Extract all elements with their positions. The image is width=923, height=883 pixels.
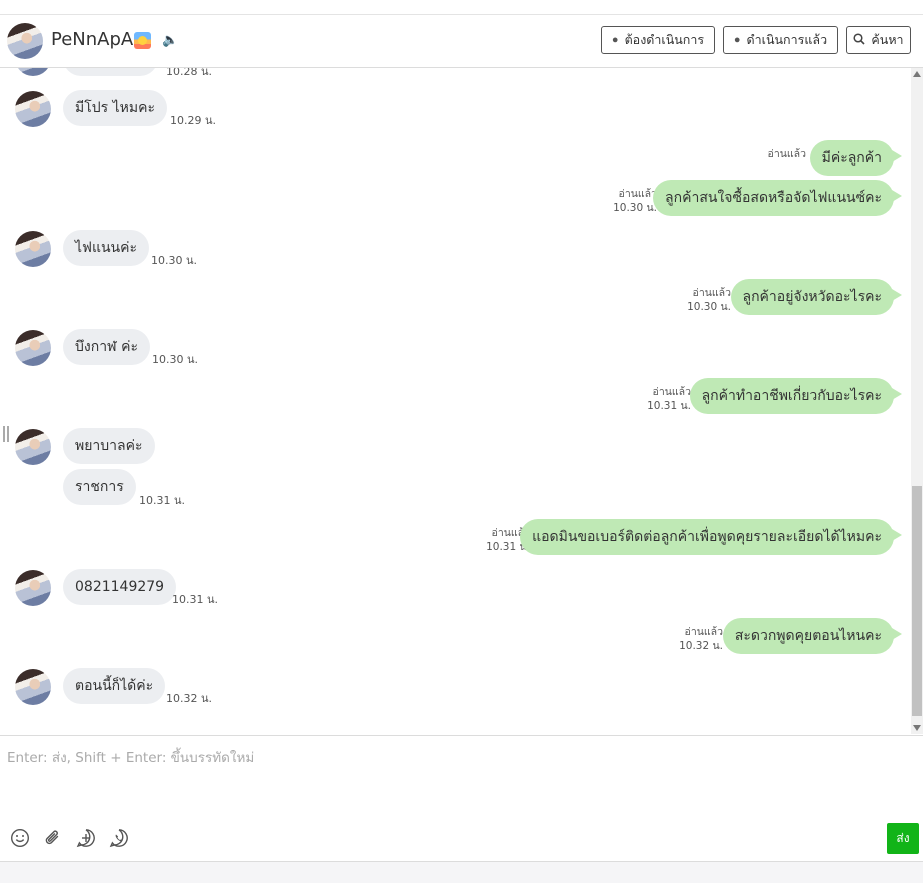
message-time: 10.30 น. [152, 353, 199, 366]
footer-strip [0, 861, 923, 883]
read-receipt: อ่านแล้ว 10.31 น. [647, 386, 691, 412]
outgoing-bubble: สะดวกพูดคุยตอนไหนคะ [722, 618, 903, 654]
scrollbar-thumb[interactable] [912, 486, 922, 716]
chat-check-icon: ● [733, 34, 741, 46]
incoming-bubble: มีโปร ไหมคะ [63, 90, 167, 126]
search-button-label: ค้นหา [871, 33, 904, 47]
contact-avatar [15, 429, 51, 465]
contact-avatar [15, 91, 51, 127]
top-strip [0, 0, 923, 15]
contact-name[interactable]: PeNnApA [51, 29, 133, 50]
message-time: 10.32 น. [166, 692, 213, 705]
incoming-bubble: บึงกาฬ ค่ะ [63, 329, 150, 365]
message-time: 10.28 น. [166, 68, 213, 78]
scroll-up-arrow-icon[interactable] [913, 71, 921, 77]
read-receipt: อ่านแล้ว 10.32 น. [679, 626, 723, 652]
read-receipt: อ่านแล้ว [767, 148, 806, 160]
incoming-bubble: ไฟแนนค่ะ [63, 230, 150, 266]
outgoing-bubble: ลูกค้าสนใจซื้อสดหรือจัดไฟแนนซ์คะ [653, 180, 902, 216]
contact-avatar[interactable] [7, 23, 43, 59]
add-icon[interactable] [76, 828, 96, 848]
paperclip-icon[interactable] [43, 828, 63, 848]
resize-handle[interactable] [3, 426, 9, 442]
incoming-bubble: ราชการ [63, 469, 136, 505]
done-button[interactable]: ● ดำเนินการแล้ว [723, 26, 838, 54]
incoming-bubble: ตอนนี้ก็ได้ค่ะ [63, 668, 166, 704]
message-time: 10.30 น. [151, 254, 198, 267]
incoming-bubble: พยาบาลค่ะ [63, 428, 155, 464]
message-time: 10.31 น. [139, 494, 186, 507]
message-time: 10.31 น. [172, 593, 219, 606]
contact-avatar [15, 330, 51, 366]
speaker-icon[interactable]: 🔈 [162, 33, 178, 48]
send-button[interactable]: ส่ง [887, 823, 919, 854]
search-button[interactable]: ค้นหา [846, 26, 911, 54]
incoming-bubble: 0821149279 [63, 569, 177, 605]
pending-button-label: ต้องดำเนินการ [624, 33, 705, 47]
outgoing-bubble: ลูกค้าทำอาชีพเกี่ยวกับอะไรคะ [689, 378, 903, 414]
message-list[interactable]: 10.28 น. มีโปร ไหมคะ 10.29 น. อ่านแล้ว ม… [0, 68, 910, 734]
scroll-down-arrow-icon[interactable] [913, 725, 921, 731]
chat-header: PeNnApA 🔈 ● ต้องดำเนินการ ● ดำเนินการแล้… [0, 15, 923, 68]
chat-scrollbar[interactable] [911, 68, 923, 734]
chat-bubble-icon: ● [611, 34, 619, 46]
emoji-icon[interactable] [10, 828, 30, 848]
pending-button[interactable]: ● ต้องดำเนินการ [601, 26, 715, 54]
outgoing-bubble: แอดมินขอเบอร์ติดต่อลูกค้าเพื่อพูดคุยรายล… [520, 519, 902, 555]
sunrise-emoji-icon [134, 32, 151, 49]
read-receipt: อ่านแล้ว 10.30 น. [687, 287, 731, 313]
read-receipt: อ่านแล้ว 10.30 น. [613, 188, 657, 214]
composer: ส่ง [0, 735, 923, 862]
contact-avatar [15, 570, 51, 606]
whatsapp-icon[interactable] [109, 828, 129, 848]
search-icon [853, 32, 865, 48]
outgoing-bubble: ลูกค้าอยู่จังหวัดอะไรคะ [730, 279, 902, 315]
contact-avatar [15, 231, 51, 267]
done-button-label: ดำเนินการแล้ว [746, 33, 828, 47]
message-input[interactable] [0, 736, 880, 816]
contact-avatar [15, 68, 51, 76]
incoming-bubble [63, 68, 158, 76]
outgoing-bubble: มีค่ะลูกค้า [809, 140, 903, 176]
contact-avatar [15, 669, 51, 705]
message-time: 10.29 น. [170, 114, 217, 127]
